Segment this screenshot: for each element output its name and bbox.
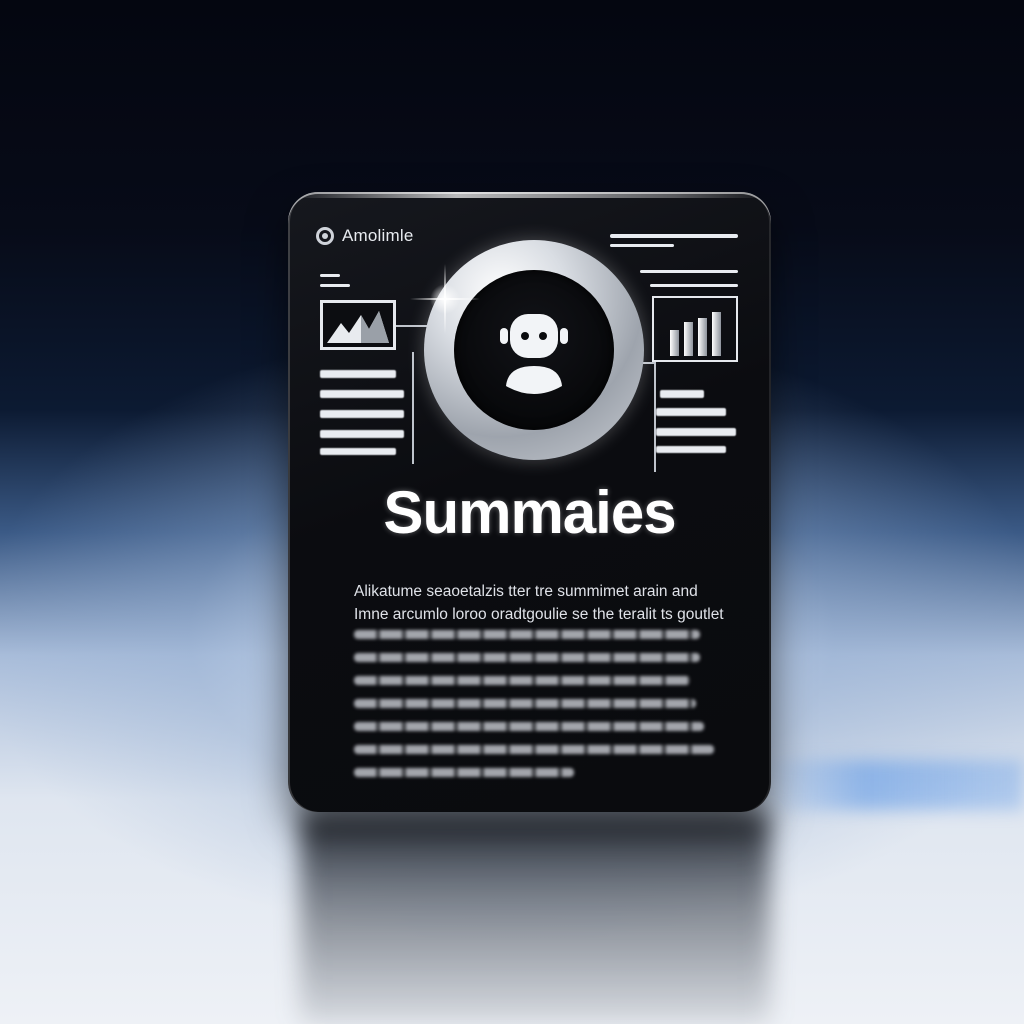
summary-card: Amolimle Summaies Alikatume seaoetalzis … (288, 192, 771, 812)
scene: Amolimle Summaies Alikatume seaoetalzis … (0, 0, 1024, 1024)
mountain-image-svg (327, 311, 389, 343)
paragraph-line: Alikatume seaoetalzis tter tre summimet … (354, 583, 698, 600)
chart-bar (712, 312, 721, 356)
blurred-text-line (354, 676, 690, 685)
connector-line (654, 362, 656, 472)
blurred-text-line (354, 699, 696, 708)
hero-ring-inner (454, 270, 614, 430)
connector-line (412, 352, 414, 464)
sparkle-icon (410, 264, 480, 334)
blurred-text-line (354, 768, 574, 777)
blurred-text-line (354, 630, 700, 639)
robot-avatar-icon (500, 314, 568, 394)
paragraph-line: Imne arcumlo loroo oradtgoulie se the te… (354, 606, 724, 623)
list-line (320, 390, 404, 398)
chart-bar (684, 322, 693, 356)
mountain-image-icon (320, 300, 396, 350)
bar-chart-icon (652, 296, 738, 362)
page-title: Summaies (383, 479, 676, 546)
list-line (660, 390, 704, 398)
chart-bar (670, 330, 679, 356)
left-line (320, 284, 350, 287)
header-line (650, 284, 738, 287)
brand: Amolimle (316, 226, 414, 246)
left-line (320, 274, 340, 277)
card-reflection (300, 812, 770, 1024)
list-line (320, 370, 396, 378)
list-line (320, 410, 404, 418)
blurred-text-line (354, 653, 700, 662)
ground-glow (760, 760, 1024, 810)
hero-ring (424, 240, 644, 460)
chart-bar (698, 318, 707, 356)
target-circle-icon (316, 227, 334, 245)
header-line (640, 270, 738, 273)
list-line (656, 408, 726, 416)
summary-paragraph: Alikatume seaoetalzis tter tre summimet … (354, 580, 724, 626)
header-line (610, 244, 674, 247)
brand-name: Amolimle (342, 226, 414, 245)
list-line (320, 430, 404, 438)
list-line (656, 428, 736, 436)
blurred-text-line (354, 745, 714, 754)
list-line (320, 448, 396, 455)
blurred-text-line (354, 722, 704, 731)
list-line (656, 446, 726, 453)
header-line (610, 234, 738, 238)
